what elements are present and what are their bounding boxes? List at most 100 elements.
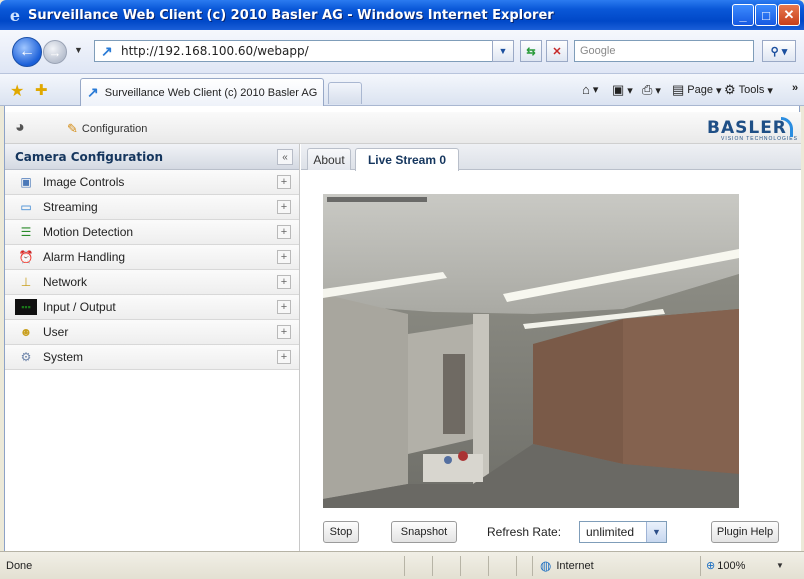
expand-icon[interactable]: +	[277, 300, 291, 314]
status-divider	[532, 556, 533, 576]
expand-icon[interactable]: +	[277, 175, 291, 189]
configuration-link[interactable]: ✎ Configuration	[67, 121, 147, 137]
motion-detection-icon: ☰	[20, 225, 32, 239]
camera-icon[interactable]: ◕	[15, 119, 25, 137]
expand-icon[interactable]: +	[277, 225, 291, 239]
feeds-button[interactable]: ▣ ▾	[612, 82, 633, 98]
zoom-icon: ⊕	[706, 560, 716, 572]
search-icon: ⚲	[770, 45, 779, 58]
stop-icon[interactable]: ✕	[546, 40, 568, 62]
system-icon: ⚙	[20, 350, 32, 364]
print-button[interactable]: ⎙ ▾	[642, 82, 661, 98]
home-button[interactable]: ⌂ ▾	[582, 82, 598, 97]
page-menu[interactable]: ▤ Page ▾	[672, 82, 722, 98]
basler-logo-arc-icon	[781, 117, 793, 137]
stream-controls: Stop Snapshot Refresh Rate: unlimited ▼ …	[301, 513, 801, 543]
expand-icon[interactable]: +	[277, 325, 291, 339]
accordion-item-alarm-handling[interactable]: ⏰ Alarm Handling +	[5, 245, 299, 270]
status-divider	[460, 556, 461, 576]
refresh-rate-select[interactable]: unlimited ▼	[579, 521, 667, 543]
status-divider	[488, 556, 489, 576]
content-panel: About Live Stream 0 Stop Snapshot Refres…	[301, 144, 801, 551]
print-icon: ⎙	[642, 82, 653, 97]
status-divider	[516, 556, 517, 576]
minimize-button[interactable]: _	[732, 4, 754, 26]
address-toolbar: ← → ▼ ↗ http://192.168.100.60/webapp/ ▼ …	[0, 30, 804, 74]
expand-icon[interactable]: +	[277, 200, 291, 214]
panel-header: Camera Configuration «	[5, 144, 299, 170]
window-title: Surveillance Web Client (c) 2010 Basler …	[28, 7, 554, 23]
chevron-down-icon[interactable]: ▼	[646, 522, 666, 542]
home-icon: ⌂	[582, 82, 590, 97]
browser-tab[interactable]: ↗ Surveillance Web Client (c) 2010 Basle…	[80, 78, 324, 106]
browser-tab-label: Surveillance Web Client (c) 2010 Basler …	[104, 86, 318, 99]
back-button[interactable]: ←	[12, 37, 42, 67]
tab-toolbar: ★ ✚ ↗ Surveillance Web Client (c) 2010 B…	[0, 74, 804, 106]
accordion-item-user[interactable]: ☻ User +	[5, 320, 299, 345]
accordion-item-motion-detection[interactable]: ☰ Motion Detection +	[5, 220, 299, 245]
zoom-dropdown-icon[interactable]: ▼	[776, 561, 784, 570]
video-frame-image	[323, 194, 739, 508]
content-tabs: About Live Stream 0	[301, 144, 801, 171]
address-dropdown[interactable]: ▼	[492, 40, 514, 62]
tab-about[interactable]: About	[307, 148, 351, 170]
page-icon: ▤	[672, 82, 685, 97]
status-text: Done	[6, 560, 33, 572]
maximize-button[interactable]: □	[755, 4, 777, 26]
tab-live-stream[interactable]: Live Stream 0	[355, 148, 459, 171]
window-title-bar: e Surveillance Web Client (c) 2010 Basle…	[0, 0, 804, 30]
search-placeholder: Google	[580, 45, 616, 57]
input-output-icon: ▪▪▪	[15, 299, 37, 315]
live-video-stream	[323, 194, 739, 508]
forward-button[interactable]: →	[43, 40, 67, 64]
image-controls-icon: ▣	[20, 175, 32, 189]
refresh-rate-label: Refresh Rate:	[487, 525, 562, 539]
favorites-star-icon[interactable]: ★	[10, 81, 24, 101]
zoom-level[interactable]: ⊕ 100%	[706, 559, 745, 573]
streaming-icon: ▭	[20, 200, 32, 214]
camera-config-panel: Camera Configuration « ▣ Image Controls …	[5, 144, 300, 551]
status-divider	[700, 556, 701, 576]
accordion-item-system[interactable]: ⚙ System +	[5, 345, 299, 370]
status-divider	[432, 556, 433, 576]
accordion-item-image-controls[interactable]: ▣ Image Controls +	[5, 170, 299, 195]
accordion-item-input-output[interactable]: ▪▪▪ Input / Output +	[5, 295, 299, 320]
collapse-panel-button[interactable]: «	[277, 149, 293, 165]
address-bar[interactable]: ↗ http://192.168.100.60/webapp/	[94, 40, 514, 62]
plugin-help-button[interactable]: Plugin Help	[711, 521, 779, 543]
feeds-icon: ▣	[612, 82, 625, 97]
search-button[interactable]: ⚲ ▾	[762, 40, 796, 62]
tools-menu[interactable]: ⚙ Tools ▾	[724, 82, 773, 98]
gear-icon: ⚙	[724, 82, 736, 97]
more-commands-icon[interactable]: »	[792, 82, 798, 94]
expand-icon[interactable]: +	[277, 350, 291, 364]
stop-button[interactable]: Stop	[323, 521, 359, 543]
refresh-icon[interactable]: ⇆	[520, 40, 542, 62]
site-favicon-icon: ↗	[101, 42, 113, 59]
alarm-handling-icon: ⏰	[18, 250, 34, 264]
network-icon: ⊥	[20, 275, 32, 289]
expand-icon[interactable]: +	[277, 250, 291, 264]
accordion-item-streaming[interactable]: ▭ Streaming +	[5, 195, 299, 220]
web-app: ◕ ✎ Configuration BASLER VISION TECHNOLO…	[4, 106, 801, 551]
close-button[interactable]: ✕	[778, 4, 800, 26]
security-zone[interactable]: ◍ Internet	[540, 558, 594, 574]
user-icon: ☻	[19, 325, 33, 339]
wrench-icon: ✎	[67, 121, 78, 136]
app-header: ◕ ✎ Configuration BASLER VISION TECHNOLO…	[5, 112, 801, 144]
tab-favicon-icon: ↗	[87, 84, 99, 100]
expand-icon[interactable]: +	[277, 275, 291, 289]
panel-title: Camera Configuration	[15, 149, 164, 164]
status-bar: Done ◍ Internet ⊕ 100% ▼	[0, 551, 804, 579]
snapshot-button[interactable]: Snapshot	[391, 521, 457, 543]
address-url: http://192.168.100.60/webapp/	[121, 44, 309, 58]
ie-logo-icon: e	[9, 5, 21, 25]
add-favorites-icon[interactable]: ✚	[35, 81, 48, 99]
new-tab-button[interactable]	[328, 82, 362, 104]
basler-logo: BASLER	[707, 118, 787, 138]
configuration-label: Configuration	[81, 123, 148, 135]
recent-pages-dropdown[interactable]: ▼	[74, 45, 83, 55]
search-input[interactable]: Google	[574, 40, 754, 62]
refresh-rate-value: unlimited	[586, 525, 635, 539]
accordion-item-network[interactable]: ⊥ Network +	[5, 270, 299, 295]
